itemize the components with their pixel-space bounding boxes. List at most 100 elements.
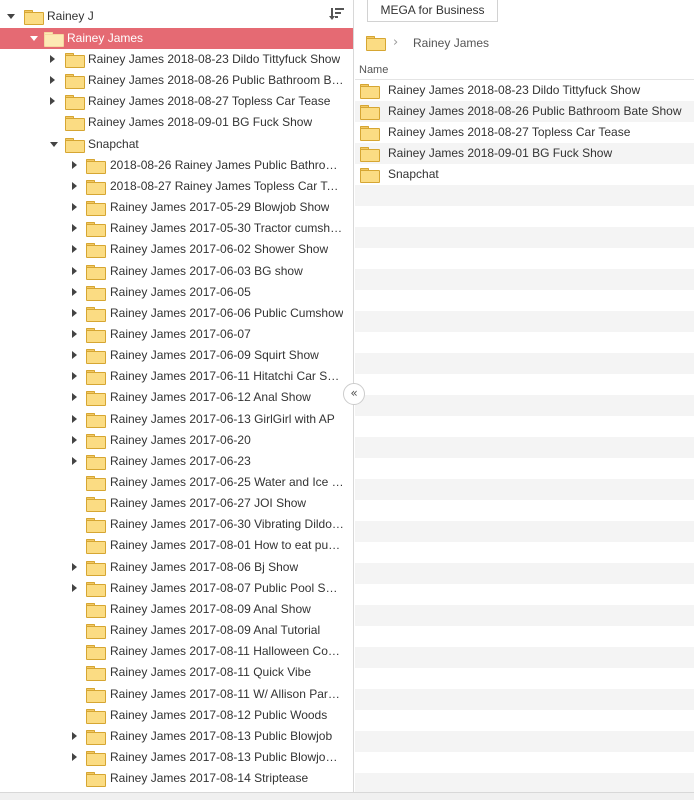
tree-item-label: Rainey James 2017-08-11 W/ Allison Parke… (110, 686, 344, 701)
tree-item[interactable]: Rainey James 2017-08-11 Quick Vibe (0, 662, 353, 683)
tree-item-label: Rainey James 2017-08-06 Bj Show (110, 559, 299, 574)
tree-item[interactable]: Rainey James 2017-08-07 Public Pool Show (0, 578, 353, 599)
folder-icon (86, 285, 106, 301)
tree-item[interactable]: Rainey James 2017-08-11 Halloween Cospla… (0, 641, 353, 662)
mega-for-business-button[interactable]: MEGA for Business (367, 0, 498, 22)
expand-arrow-icon[interactable] (50, 55, 55, 63)
tree-item[interactable]: Rainey James 2017-08-06 Bj Show (0, 557, 353, 578)
tree-item[interactable]: Rainey James 2017-08-14 Striptease (0, 768, 353, 789)
tree-item[interactable]: Rainey James 2017-06-05 (0, 282, 353, 303)
file-row-label: Rainey James 2018-08-23 Dildo Tittyfuck … (388, 83, 641, 97)
file-row[interactable]: Snapchat (355, 164, 694, 185)
file-row[interactable]: Rainey James 2018-08-27 Topless Car Teas… (355, 122, 694, 143)
tree-item[interactable]: Rainey James 2017-06-30 Vibrating Dildo … (0, 514, 353, 535)
tree-item[interactable]: 2018-08-26 Rainey James Public Bathroom … (0, 155, 353, 176)
folder-icon (360, 84, 380, 99)
tree-item-label: Rainey James 2017-06-11 Hitatchi Car Sho… (110, 369, 344, 384)
expand-arrow-icon[interactable] (72, 456, 77, 465)
folder-icon (86, 454, 106, 470)
tree-item[interactable]: Rainey James 2017-06-27 JOI Show (0, 493, 353, 514)
file-list-panel: MEGA for Business › Rainey James Name Ra… (355, 0, 694, 792)
collapse-arrow-icon[interactable] (7, 14, 15, 19)
expand-arrow-icon[interactable] (72, 562, 77, 571)
tree-item[interactable]: Rainey James 2017-06-23 (0, 451, 353, 472)
tree-item[interactable]: Rainey James 2017-06-11 Hitatchi Car Sho… (0, 366, 353, 387)
tree-item-label: Rainey James 2018-08-26 Public Bathroom … (88, 73, 344, 88)
tree-item[interactable]: Rainey James 2017-06-13 GirlGirl with AP (0, 409, 353, 430)
tree-item[interactable]: Rainey James 2017-06-25 Water and Ice sh… (0, 472, 353, 493)
tree-item[interactable]: Rainey James 2017-06-09 Squirt Show (0, 345, 353, 366)
expand-arrow-icon[interactable] (72, 583, 77, 592)
tree-item-label: Rainey James 2017-06-30 Vibrating Dildo … (110, 517, 344, 532)
tree-item[interactable]: 2018-08-27 Rainey James Topless Car Teas… (0, 176, 353, 197)
expand-arrow-icon[interactable] (72, 372, 77, 381)
tree-item[interactable]: Rainey James 2017-08-12 Public Woods (0, 705, 353, 726)
tree-item[interactable]: Rainey James 2017-08-13 Public Blowjob (0, 726, 353, 747)
folder-icon (86, 581, 106, 597)
tree-selected-item[interactable]: Rainey James (0, 28, 353, 49)
tree-item[interactable]: Rainey James 2017-06-03 BG show (0, 261, 353, 282)
file-row[interactable]: Rainey James 2018-09-01 BG Fuck Show (355, 143, 694, 164)
expand-arrow-icon[interactable] (50, 97, 55, 106)
sort-icon[interactable] (329, 7, 344, 21)
file-list: Rainey James 2018-08-23 Dildo Tittyfuck … (355, 80, 694, 792)
expand-arrow-icon[interactable] (72, 414, 77, 423)
tree-item[interactable]: Rainey James 2017-05-29 Blowjob Show (0, 197, 353, 218)
tree-item[interactable]: Rainey James 2018-09-01 BG Fuck Show (0, 112, 353, 133)
expand-arrow-icon[interactable] (72, 203, 77, 212)
chevron-right-icon: › (393, 35, 399, 50)
tree-item[interactable]: Rainey James 2017-08-09 Anal Tutorial (0, 620, 353, 641)
collapse-panel-button[interactable]: « (343, 383, 365, 405)
tree-item-label: Rainey James 2017-06-05 (110, 284, 251, 299)
expand-arrow-icon[interactable] (72, 752, 77, 761)
folder-icon (86, 306, 106, 322)
expand-arrow-icon[interactable] (72, 224, 77, 233)
tree-item[interactable]: Rainey James 2017-05-30 Tractor cumshow (0, 218, 353, 239)
folder-icon (86, 264, 106, 280)
tree-item[interactable]: Snapchat (0, 134, 353, 155)
tree-item[interactable]: Rainey James 2017-06-07 (0, 324, 353, 345)
collapse-arrow-icon[interactable] (30, 36, 38, 41)
collapse-arrow-icon[interactable] (50, 141, 58, 147)
tree-item-label: Rainey James 2017-06-27 JOI Show (110, 496, 307, 511)
tree-item-label: Rainey James 2017-06-23 (110, 453, 251, 468)
tree-item-label: Rainey James 2017-08-01 How to eat pussy (110, 538, 344, 553)
tree-item[interactable]: Rainey James 2017-08-09 Anal Show (0, 599, 353, 620)
expand-arrow-icon[interactable] (72, 329, 77, 338)
expand-arrow-icon[interactable] (72, 393, 77, 402)
tree-item[interactable]: Rainey James 2017-08-13 Public Blowjob (… (0, 747, 353, 768)
tree-item[interactable]: Rainey James 2018-08-26 Public Bathroom … (0, 70, 353, 91)
expand-arrow-icon[interactable] (72, 308, 77, 317)
tree-item[interactable]: Rainey James 2017-06-06 Public Cumshow (0, 303, 353, 324)
tree-item[interactable]: Rainey James 2017-06-02 Shower Show (0, 239, 353, 260)
tree-item[interactable]: Rainey James 2017-06-12 Anal Show (0, 387, 353, 408)
expand-arrow-icon[interactable] (72, 435, 77, 444)
tree-item[interactable]: Rainey James 2017-08-01 How to eat pussy (0, 535, 353, 556)
folder-icon (86, 391, 106, 407)
expand-arrow-icon[interactable] (72, 245, 77, 254)
folder-icon (86, 687, 106, 703)
file-row[interactable]: Rainey James 2018-08-26 Public Bathroom … (355, 101, 694, 122)
tree-root-item[interactable]: Rainey J (0, 6, 353, 27)
tree-item-label: Rainey James 2018-08-23 Dildo Tittyfuck … (88, 52, 341, 66)
tree-item-label: Rainey James (67, 31, 144, 45)
expand-arrow-icon[interactable] (50, 76, 55, 85)
expand-arrow-icon[interactable] (72, 266, 77, 275)
expand-arrow-icon[interactable] (72, 731, 77, 740)
folder-icon (65, 95, 85, 111)
expand-arrow-icon[interactable] (72, 351, 77, 360)
folder-icon (86, 708, 106, 724)
tree-item[interactable]: Rainey James 2018-08-23 Dildo Tittyfuck … (0, 49, 353, 70)
expand-arrow-icon[interactable] (72, 181, 77, 190)
folder-tree-panel: Rainey J Rainey James Rainey James 2018-… (0, 0, 354, 792)
tree-item-label: Rainey James 2017-08-12 Public Woods (110, 707, 328, 722)
tree-item[interactable]: Rainey James 2017-06-20 (0, 430, 353, 451)
file-row[interactable]: Rainey James 2018-08-23 Dildo Tittyfuck … (355, 80, 694, 101)
breadcrumb-current[interactable]: Rainey James (413, 36, 489, 50)
tree-item[interactable]: Rainey James 2018-08-27 Topless Car Teas… (0, 91, 353, 112)
expand-arrow-icon[interactable] (72, 287, 77, 296)
expand-arrow-icon[interactable] (72, 160, 77, 169)
folder-icon[interactable] (366, 36, 386, 51)
column-name-header[interactable]: Name (359, 64, 388, 76)
tree-item[interactable]: Rainey James 2017-08-11 W/ Allison Parke… (0, 684, 353, 705)
